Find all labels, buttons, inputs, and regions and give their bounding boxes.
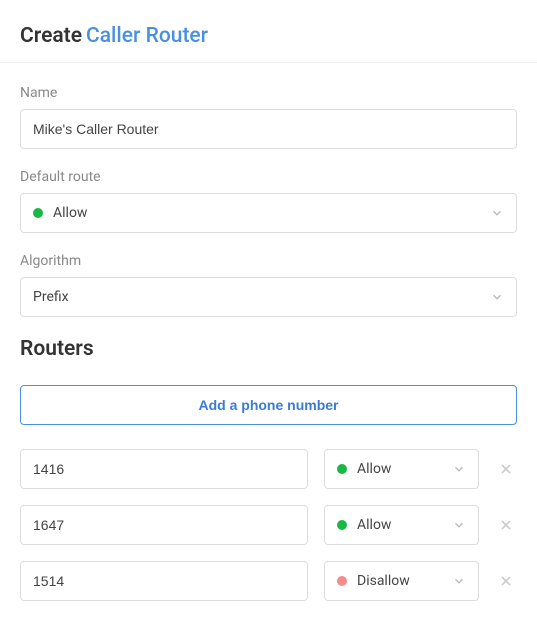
close-icon — [498, 517, 514, 533]
close-icon — [498, 461, 514, 477]
add-phone-number-button[interactable]: Add a phone number — [20, 385, 517, 425]
router-route-value: Allow — [357, 517, 452, 533]
remove-row-button[interactable] — [495, 570, 517, 592]
routers-title: Routers — [20, 337, 517, 361]
close-icon — [498, 573, 514, 589]
name-input[interactable] — [20, 109, 517, 149]
router-row: Allow — [20, 505, 517, 545]
chevron-down-icon — [452, 462, 466, 476]
header-create-word: Create — [20, 24, 82, 48]
algorithm-value: Prefix — [33, 289, 490, 305]
router-number-input[interactable] — [20, 449, 308, 489]
router-rows: Allow Allow — [20, 449, 517, 601]
router-route-value: Disallow — [357, 573, 452, 589]
name-label: Name — [20, 85, 517, 101]
router-route-select[interactable]: Disallow — [324, 561, 479, 601]
router-route-select[interactable]: Allow — [324, 505, 479, 545]
chevron-down-icon — [490, 290, 504, 304]
default-route-select[interactable]: Allow — [20, 193, 517, 233]
router-number-input[interactable] — [20, 505, 308, 545]
header-title: Caller Router — [86, 24, 208, 48]
chevron-down-icon — [452, 574, 466, 588]
status-dot-icon — [337, 576, 347, 586]
algorithm-label: Algorithm — [20, 253, 517, 269]
form-body: Name Default route Allow Algorithm Prefi… — [0, 63, 537, 637]
algorithm-group: Algorithm Prefix — [20, 253, 517, 317]
router-number-input[interactable] — [20, 561, 308, 601]
chevron-down-icon — [490, 206, 504, 220]
default-route-value: Allow — [53, 205, 490, 221]
router-route-select[interactable]: Allow — [324, 449, 479, 489]
status-dot-icon — [337, 464, 347, 474]
router-route-value: Allow — [357, 461, 452, 477]
chevron-down-icon — [452, 518, 466, 532]
default-route-group: Default route Allow — [20, 169, 517, 233]
name-group: Name — [20, 85, 517, 149]
remove-row-button[interactable] — [495, 458, 517, 480]
status-dot-icon — [337, 520, 347, 530]
algorithm-select[interactable]: Prefix — [20, 277, 517, 317]
router-row: Allow — [20, 449, 517, 489]
page-header: Create Caller Router — [0, 0, 537, 63]
remove-row-button[interactable] — [495, 514, 517, 536]
default-route-label: Default route — [20, 169, 517, 185]
status-dot-icon — [33, 208, 43, 218]
router-row: Disallow — [20, 561, 517, 601]
